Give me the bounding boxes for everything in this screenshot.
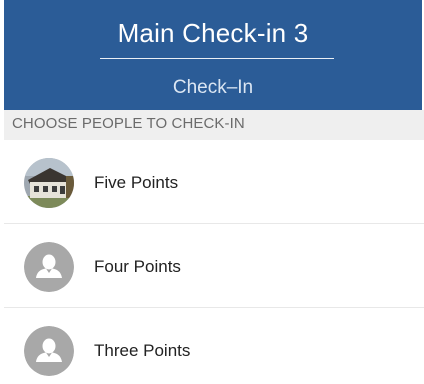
app-header: Main Check-in 3 Check–In	[4, 0, 422, 110]
building-photo-icon	[24, 158, 74, 208]
person-name: Three Points	[94, 341, 191, 360]
person-icon	[24, 242, 74, 292]
person-row-four-points[interactable]: Four Points	[4, 224, 424, 308]
title-divider	[100, 58, 334, 59]
page-title: Main Check-in 3	[117, 18, 309, 48]
page-subtitle: Check–In	[172, 77, 254, 98]
person-icon	[24, 326, 74, 376]
person-photo-avatar	[24, 158, 74, 208]
people-list: Five Points Four Points Three Points	[4, 140, 424, 384]
section-label: CHOOSE PEOPLE TO CHECK-IN	[12, 115, 245, 132]
person-row-five-points[interactable]: Five Points	[4, 140, 424, 224]
default-avatar	[24, 242, 74, 292]
person-name: Five Points	[94, 173, 179, 192]
section-header: CHOOSE PEOPLE TO CHECK-IN	[4, 110, 424, 140]
person-row-three-points[interactable]: Three Points	[4, 308, 424, 384]
person-name: Four Points	[94, 257, 181, 276]
default-avatar	[24, 326, 74, 376]
check-in-screen: Main Check-in 3 Check–In CHOOSE PEOPLE T…	[0, 0, 424, 384]
